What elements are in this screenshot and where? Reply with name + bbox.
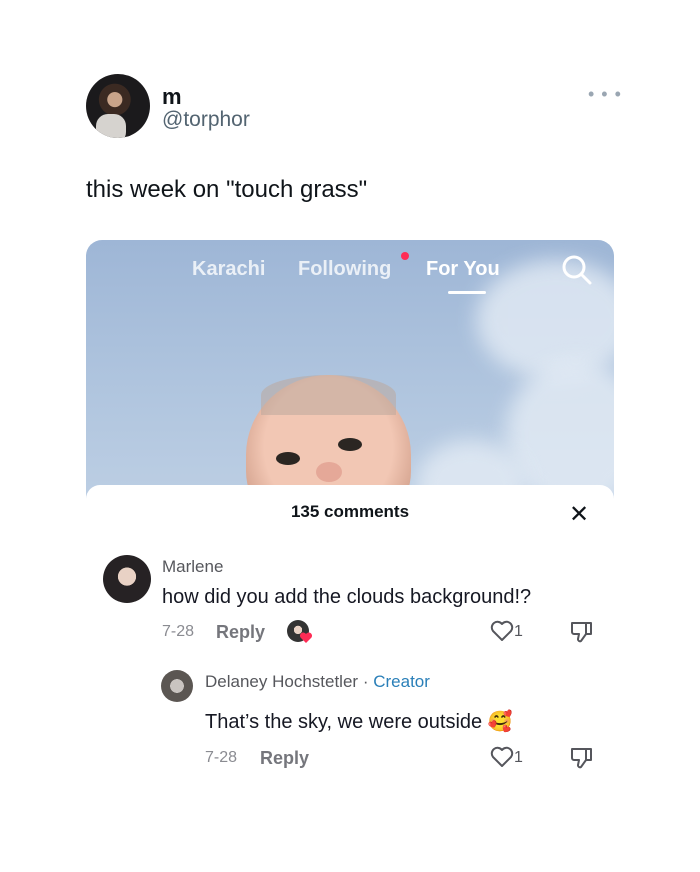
tab-for-you[interactable]: For You [426, 258, 500, 281]
reply-text: That’s the sky, we were outside 🥰 [205, 711, 513, 733]
tweet-text: this week on "touch grass" [86, 176, 368, 203]
display-name[interactable]: m [162, 84, 182, 110]
like-count: 1 [514, 623, 523, 640]
creator-avatar[interactable] [161, 670, 193, 702]
comment-date: 7-28 [162, 623, 195, 640]
notification-dot [401, 252, 409, 260]
creator-badge: Creator [373, 672, 430, 691]
reply-button[interactable]: Reply [216, 622, 265, 643]
more-options-icon[interactable]: • • • [588, 84, 622, 105]
like-count: 1 [514, 749, 523, 766]
profile-avatar[interactable] [86, 74, 150, 138]
comment-text: how did you add the clouds background!? [162, 586, 532, 608]
comments-count: 135 comments [290, 502, 410, 521]
like-heart-icon[interactable] [490, 620, 514, 642]
dislike-icon[interactable] [569, 746, 595, 770]
dislike-icon[interactable] [569, 620, 595, 644]
creator-heart-icon [299, 632, 313, 643]
reply-button[interactable]: Reply [260, 748, 309, 769]
user-handle[interactable]: @torphor [162, 108, 250, 132]
like-heart-icon[interactable] [490, 746, 514, 768]
search-icon[interactable] [561, 254, 593, 286]
active-tab-indicator [448, 291, 486, 294]
reply-author[interactable]: Delaney Hochstetler · Creator [205, 672, 430, 692]
close-icon[interactable]: ✕ [569, 500, 589, 529]
tab-following[interactable]: Following [298, 258, 391, 281]
smiling-face-hearts-emoji: 🥰 [487, 711, 513, 733]
reply-date: 7-28 [205, 749, 238, 766]
commenter-avatar[interactable] [103, 555, 151, 603]
comment-author[interactable]: Marlene [162, 557, 223, 577]
tab-karachi[interactable]: Karachi [192, 258, 265, 281]
